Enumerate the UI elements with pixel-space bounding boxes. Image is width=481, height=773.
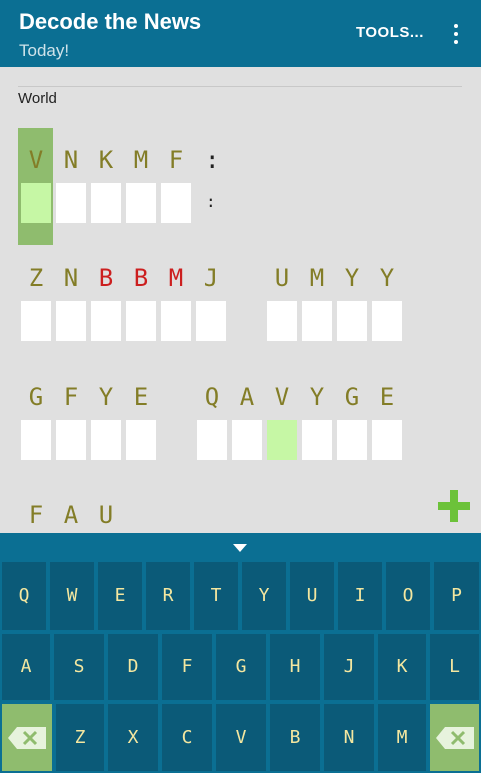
key-o[interactable]: O [386,562,430,630]
answer-box[interactable] [126,183,156,223]
answer-box[interactable] [126,301,156,341]
answer-box[interactable] [56,301,86,341]
cipher-letter: Y [309,383,325,411]
backspace-left-key[interactable] [2,704,52,771]
cipher-letter: E [133,383,149,411]
cipher-letter: E [379,383,395,411]
answer-box[interactable] [161,301,191,341]
key-j[interactable]: J [324,634,374,700]
cipher-letter: Y [98,383,114,411]
cipher-letter: A [63,501,79,529]
answer-box[interactable] [337,420,367,460]
cipher-letter: U [98,501,114,529]
answer-box[interactable] [267,301,297,341]
cipher-letter: F [63,383,79,411]
answer-box[interactable] [197,420,227,460]
answer-box[interactable] [91,420,121,460]
key-p[interactable]: P [434,562,479,630]
answer-box[interactable] [91,301,121,341]
cipher-letter-flagged: B [98,264,114,292]
cipher-letter: M [309,264,325,292]
cipher-letter: K [98,146,114,174]
cipher-letter: V [28,146,44,174]
cipher-letter: Y [379,264,395,292]
cipher-letter: G [344,383,360,411]
key-h[interactable]: H [270,634,320,700]
key-n[interactable]: N [324,704,374,771]
answer-box[interactable] [372,301,402,341]
cipher-letter-flagged: M [168,264,184,292]
key-k[interactable]: K [378,634,426,700]
answer-box[interactable] [337,301,367,341]
cipher-letter: F [168,146,184,174]
cipher-letter: F [28,501,44,529]
key-w[interactable]: W [50,562,94,630]
cipher-letter: G [28,383,44,411]
key-d[interactable]: D [108,634,158,700]
key-i[interactable]: I [338,562,382,630]
backspace-icon [435,726,474,749]
answer-box[interactable] [21,183,51,223]
key-f[interactable]: F [162,634,212,700]
key-a[interactable]: A [2,634,50,700]
answer-box[interactable] [302,301,332,341]
answer-box[interactable] [56,183,86,223]
answer-box[interactable] [302,420,332,460]
answer-box[interactable] [161,183,191,223]
add-icon[interactable] [438,490,470,522]
key-s[interactable]: S [54,634,104,700]
key-q[interactable]: Q [2,562,46,630]
answer-box[interactable] [232,420,262,460]
answer-box[interactable] [267,420,297,460]
cipher-letter: Y [344,264,360,292]
cipher-letter: N [63,264,79,292]
key-e[interactable]: E [98,562,142,630]
key-g[interactable]: G [216,634,266,700]
key-x[interactable]: X [108,704,158,771]
key-b[interactable]: B [270,704,320,771]
answer-box[interactable] [91,183,121,223]
backspace-right-key[interactable] [430,704,479,771]
answer-box[interactable] [372,420,402,460]
key-t[interactable]: T [194,562,238,630]
answer-box[interactable] [21,420,51,460]
cipher-letter: J [203,264,219,292]
answer-punctuation: : [206,192,216,211]
cipher-punctuation: : [205,146,220,174]
cipher-letter: N [63,146,79,174]
key-c[interactable]: C [162,704,212,771]
cipher-letter: Q [204,383,220,411]
cipher-letter: M [133,146,149,174]
answer-box[interactable] [126,420,156,460]
answer-box[interactable] [196,301,226,341]
key-l[interactable]: L [430,634,479,700]
answer-box[interactable] [21,301,51,341]
puzzle-area: V N K M F : : Z N B B M J U M Y Y G F Y … [0,0,481,533]
key-r[interactable]: R [146,562,190,630]
answer-box[interactable] [56,420,86,460]
key-u[interactable]: U [290,562,334,630]
cipher-letter: Z [28,264,44,292]
collapse-keyboard-icon[interactable] [233,544,247,552]
cipher-letter-flagged: B [133,264,149,292]
key-m[interactable]: M [378,704,426,771]
cipher-letter: U [274,264,290,292]
key-v[interactable]: V [216,704,266,771]
backspace-icon [8,726,46,749]
cipher-letter: A [239,383,255,411]
cipher-letter: V [274,383,290,411]
key-z[interactable]: Z [56,704,104,771]
key-y[interactable]: Y [242,562,286,630]
